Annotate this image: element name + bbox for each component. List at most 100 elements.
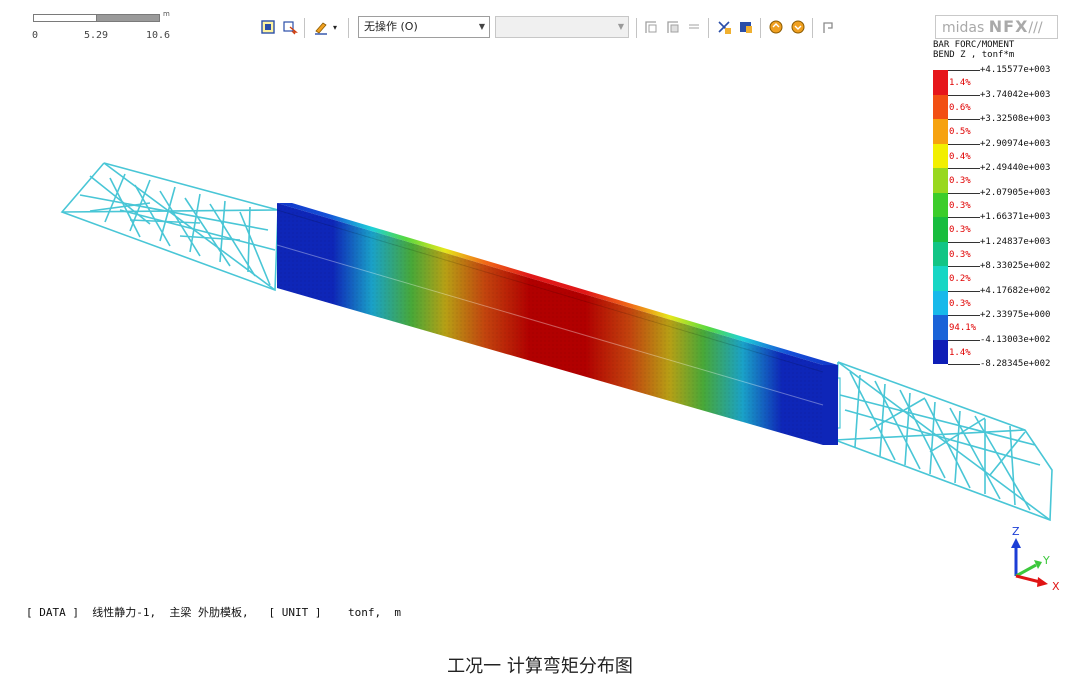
axis-x-label: X (1052, 580, 1060, 593)
axis-y-label: Y (1042, 554, 1050, 567)
legend-percent: 0.2% (949, 274, 971, 284)
legend-tick (948, 241, 980, 243)
toolbar-separator (636, 18, 637, 38)
legend-tick (948, 315, 980, 316)
legend-value: +4.17682e+002 (980, 285, 1051, 296)
legend-title-line1: BAR FORC/MOMENT (933, 40, 1015, 50)
legend-percent: 0.4% (949, 151, 971, 162)
view-left-icon[interactable] (641, 17, 661, 37)
figure-caption: 工况一 计算弯矩分布图 (447, 656, 633, 677)
view-list-icon[interactable] (684, 17, 704, 37)
chevron-down-icon: ▼ (617, 22, 624, 31)
legend-swatch (933, 315, 948, 340)
legend-swatch (933, 192, 948, 217)
legend-title: BAR FORC/MOMENT BEND Z , tonf*m (933, 40, 1068, 60)
operation-select[interactable]: 无操作 (O) ▼ (358, 16, 490, 38)
result-legend: BAR FORC/MOMENT BEND Z , tonf*m +4.15577… (933, 40, 1068, 380)
legend-tick (948, 119, 980, 120)
truss-right (825, 361, 1053, 522)
status-case: 线性静力-1, (92, 606, 157, 619)
legend-swatch (933, 168, 948, 193)
coordinate-axes: Z Y X (1011, 525, 1060, 593)
edit-view-icon[interactable] (311, 17, 331, 37)
legend-swatch (933, 266, 948, 291)
legend-percent: 1.4% (949, 78, 971, 88)
legend-value: +1.66371e+003 (980, 212, 1051, 222)
legend-swatch (933, 119, 948, 144)
select-element-icon[interactable] (736, 17, 756, 37)
status-data-tag: [ DATA ] (26, 606, 79, 619)
model-viewport[interactable]: Z Y X (0, 0, 1080, 600)
legend-value: -8.28345e+002 (980, 359, 1051, 369)
legend-swatch (933, 339, 948, 364)
secondary-select[interactable]: ▼ (495, 16, 629, 38)
toolbar-separator (304, 18, 305, 38)
legend-percent: 0.3% (949, 200, 971, 211)
scale-label-2: 10.6 (146, 30, 171, 41)
legend-value: +3.32508e+003 (980, 114, 1051, 124)
legend-value: +8.33025e+002 (980, 261, 1051, 271)
box-select-icon[interactable] (258, 17, 278, 37)
legend-percent: 0.3% (949, 225, 971, 235)
chevron-down-icon: ▼ (478, 22, 485, 31)
legend-tick (948, 266, 980, 267)
toolbar: ▾ 无操作 (O) ▼ ▼ (256, 14, 856, 42)
legend-value: -4.13003e+002 (980, 334, 1051, 345)
scale-bar-gray (96, 14, 160, 22)
axis-z-label: Z (1012, 525, 1020, 538)
rotate2-icon[interactable] (788, 17, 808, 37)
view-right-icon[interactable] (663, 17, 683, 37)
legend-value: +2.90974e+003 (980, 138, 1051, 149)
scale-label-1: 5.29 (84, 30, 109, 41)
scale-bar-white (33, 14, 97, 22)
scale-label-0: 0 (32, 30, 39, 41)
clear-icon[interactable] (714, 17, 734, 37)
legend-tick (948, 143, 980, 145)
toolbar-separator (708, 18, 709, 38)
legend-percent: 0.3% (949, 176, 971, 186)
legend-tick (948, 192, 980, 194)
legend-percent: 94.1% (949, 323, 977, 333)
scale-unit: m (163, 10, 170, 18)
rotate-icon[interactable] (766, 17, 786, 37)
legend-swatch (933, 143, 948, 168)
legend-percent: 0.3% (949, 249, 971, 260)
logo-brand: NFX (988, 17, 1029, 36)
legend-tick (948, 364, 980, 365)
legend-tick (948, 94, 980, 96)
scale-ruler: m 0 5.29 10.6 (30, 10, 190, 44)
legend-swatch (933, 290, 948, 315)
toolbar-separator (760, 18, 761, 38)
legend-tick (948, 339, 980, 341)
status-unit-tag: [ UNIT ] (268, 606, 322, 619)
legend-value: +2.07905e+003 (980, 187, 1051, 198)
toolbar-separator (348, 18, 349, 38)
legend-percent: 0.5% (949, 127, 971, 137)
legend-percent: 0.6% (949, 102, 971, 113)
status-line: [ DATA ] 线性静力-1, 主梁 外肋模板, [ UNIT ] tonf,… (26, 604, 401, 620)
logo-prefix: midas (942, 20, 989, 36)
legend-title-line2: BEND Z , tonf*m (933, 50, 1015, 60)
chevron-down-icon[interactable]: ▾ (330, 17, 340, 37)
wireframe-icon[interactable] (280, 17, 300, 37)
pin-icon[interactable] (818, 17, 838, 37)
logo-suffix: /// (1028, 20, 1043, 36)
legend-tick (948, 217, 980, 218)
truss-left (60, 162, 279, 292)
legend-swatch (933, 94, 948, 119)
status-part: 主梁 外肋模板, (169, 606, 249, 619)
status-unit: tonf, m (347, 606, 401, 619)
legend-value: +2.49440e+003 (980, 163, 1051, 173)
legend-value: +4.15577e+003 (980, 65, 1051, 75)
girder-beam (276, 203, 838, 445)
legend-tick (948, 290, 980, 292)
midas-nfx-logo: midas NFX/// (935, 15, 1058, 39)
legend-value: +1.24837e+003 (980, 236, 1051, 247)
legend-tick (948, 168, 980, 169)
legend-percent: 1.4% (949, 347, 971, 358)
legend-tick (948, 70, 980, 71)
toolbar-separator (812, 18, 813, 38)
legend-swatch (933, 217, 948, 242)
legend-swatch (933, 241, 948, 266)
legend-percent: 0.3% (949, 298, 971, 309)
